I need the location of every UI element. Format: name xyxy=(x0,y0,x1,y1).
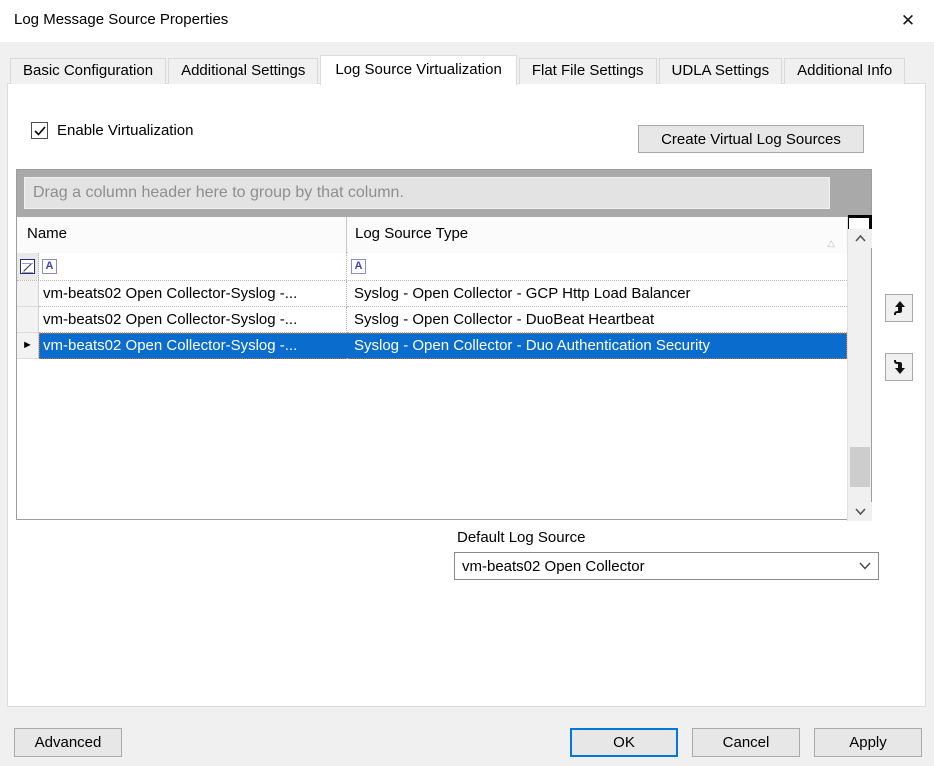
virtualization-tab-page: Enable Virtualization Create Virtual Log… xyxy=(7,83,926,707)
filter-row-indicator-cell[interactable] xyxy=(17,253,39,280)
tab-flat-file-settings[interactable]: Flat File Settings xyxy=(519,58,657,84)
column-header-name[interactable]: Name xyxy=(17,217,347,253)
row-type-cell: Syslog - Open Collector - DuoBeat Heartb… xyxy=(347,307,847,333)
current-row-marker-icon: ► xyxy=(22,340,33,351)
type-filter-cell[interactable]: A xyxy=(347,253,847,280)
default-log-source-dropdown[interactable]: vm-beats02 Open Collector xyxy=(454,552,879,580)
close-icon[interactable]: ✕ xyxy=(890,6,926,36)
grid-filter-row: A A xyxy=(17,253,847,281)
table-row[interactable]: vm-beats02 Open Collector-Syslog -... Sy… xyxy=(17,281,847,307)
tab-udla-settings[interactable]: UDLA Settings xyxy=(659,58,783,84)
tab-basic-configuration[interactable]: Basic Configuration xyxy=(10,58,166,84)
checkbox-check-icon xyxy=(31,122,48,139)
tab-additional-settings[interactable]: Additional Settings xyxy=(168,58,318,84)
create-virtual-log-sources-button[interactable]: Create Virtual Log Sources xyxy=(638,125,864,153)
window-title: Log Message Source Properties xyxy=(14,11,228,28)
row-indicator-cell xyxy=(17,307,39,333)
group-by-hint: Drag a column header here to group by th… xyxy=(24,177,830,209)
move-down-button[interactable] xyxy=(885,353,913,381)
clear-filter-icon xyxy=(20,259,35,274)
scroll-down-icon[interactable] xyxy=(848,502,872,521)
enable-virtualization-checkbox[interactable]: Enable Virtualization xyxy=(31,122,193,139)
grid-vertical-scrollbar[interactable] xyxy=(847,217,871,521)
row-type-cell: Syslog - Open Collector - Duo Authentica… xyxy=(347,333,847,359)
text-filter-icon: A xyxy=(351,259,366,274)
row-indicator-cell: ► xyxy=(17,333,39,359)
tab-additional-info[interactable]: Additional Info xyxy=(784,58,905,84)
apply-button[interactable]: Apply xyxy=(814,728,922,757)
tab-log-source-virtualization[interactable]: Log Source Virtualization xyxy=(320,55,517,85)
default-log-source-value: vm-beats02 Open Collector xyxy=(455,558,852,575)
column-header-log-source-type[interactable]: Log Source Type △ xyxy=(348,217,847,253)
group-by-band[interactable]: Drag a column header here to group by th… xyxy=(17,170,871,217)
arrow-up-icon xyxy=(892,300,906,316)
row-name-cell: vm-beats02 Open Collector-Syslog -... xyxy=(39,281,347,307)
tab-strip: Basic Configuration Additional Settings … xyxy=(10,55,907,84)
cancel-button[interactable]: Cancel xyxy=(692,728,800,757)
row-name-cell: vm-beats02 Open Collector-Syslog -... xyxy=(39,333,347,359)
arrow-down-icon xyxy=(892,359,906,375)
default-log-source-label: Default Log Source xyxy=(457,529,585,546)
column-header-type-label: Log Source Type xyxy=(355,225,468,242)
scrollbar-thumb[interactable] xyxy=(850,447,870,487)
row-indicator-cell xyxy=(17,281,39,307)
move-up-button[interactable] xyxy=(885,294,913,322)
ok-button[interactable]: OK xyxy=(570,728,678,757)
grid-header-row: Name Log Source Type △ xyxy=(17,217,847,253)
table-row-selected[interactable]: ► vm-beats02 Open Collector-Syslog -... … xyxy=(17,333,847,359)
row-name-cell: vm-beats02 Open Collector-Syslog -... xyxy=(39,307,347,333)
name-filter-cell[interactable]: A xyxy=(39,253,347,280)
titlebar: Log Message Source Properties ✕ xyxy=(0,0,934,42)
table-row[interactable]: vm-beats02 Open Collector-Syslog -... Sy… xyxy=(17,307,847,333)
enable-virtualization-label: Enable Virtualization xyxy=(57,122,193,139)
scrollbar-corner xyxy=(848,215,872,229)
chevron-down-icon xyxy=(852,562,878,570)
advanced-button[interactable]: Advanced xyxy=(14,728,122,757)
scroll-up-icon[interactable] xyxy=(848,229,872,248)
log-message-source-properties-dialog: Log Message Source Properties ✕ Basic Co… xyxy=(0,0,934,766)
row-type-cell: Syslog - Open Collector - GCP Http Load … xyxy=(347,281,847,307)
text-filter-icon: A xyxy=(42,259,57,274)
virtual-log-sources-grid: Drag a column header here to group by th… xyxy=(16,169,872,520)
